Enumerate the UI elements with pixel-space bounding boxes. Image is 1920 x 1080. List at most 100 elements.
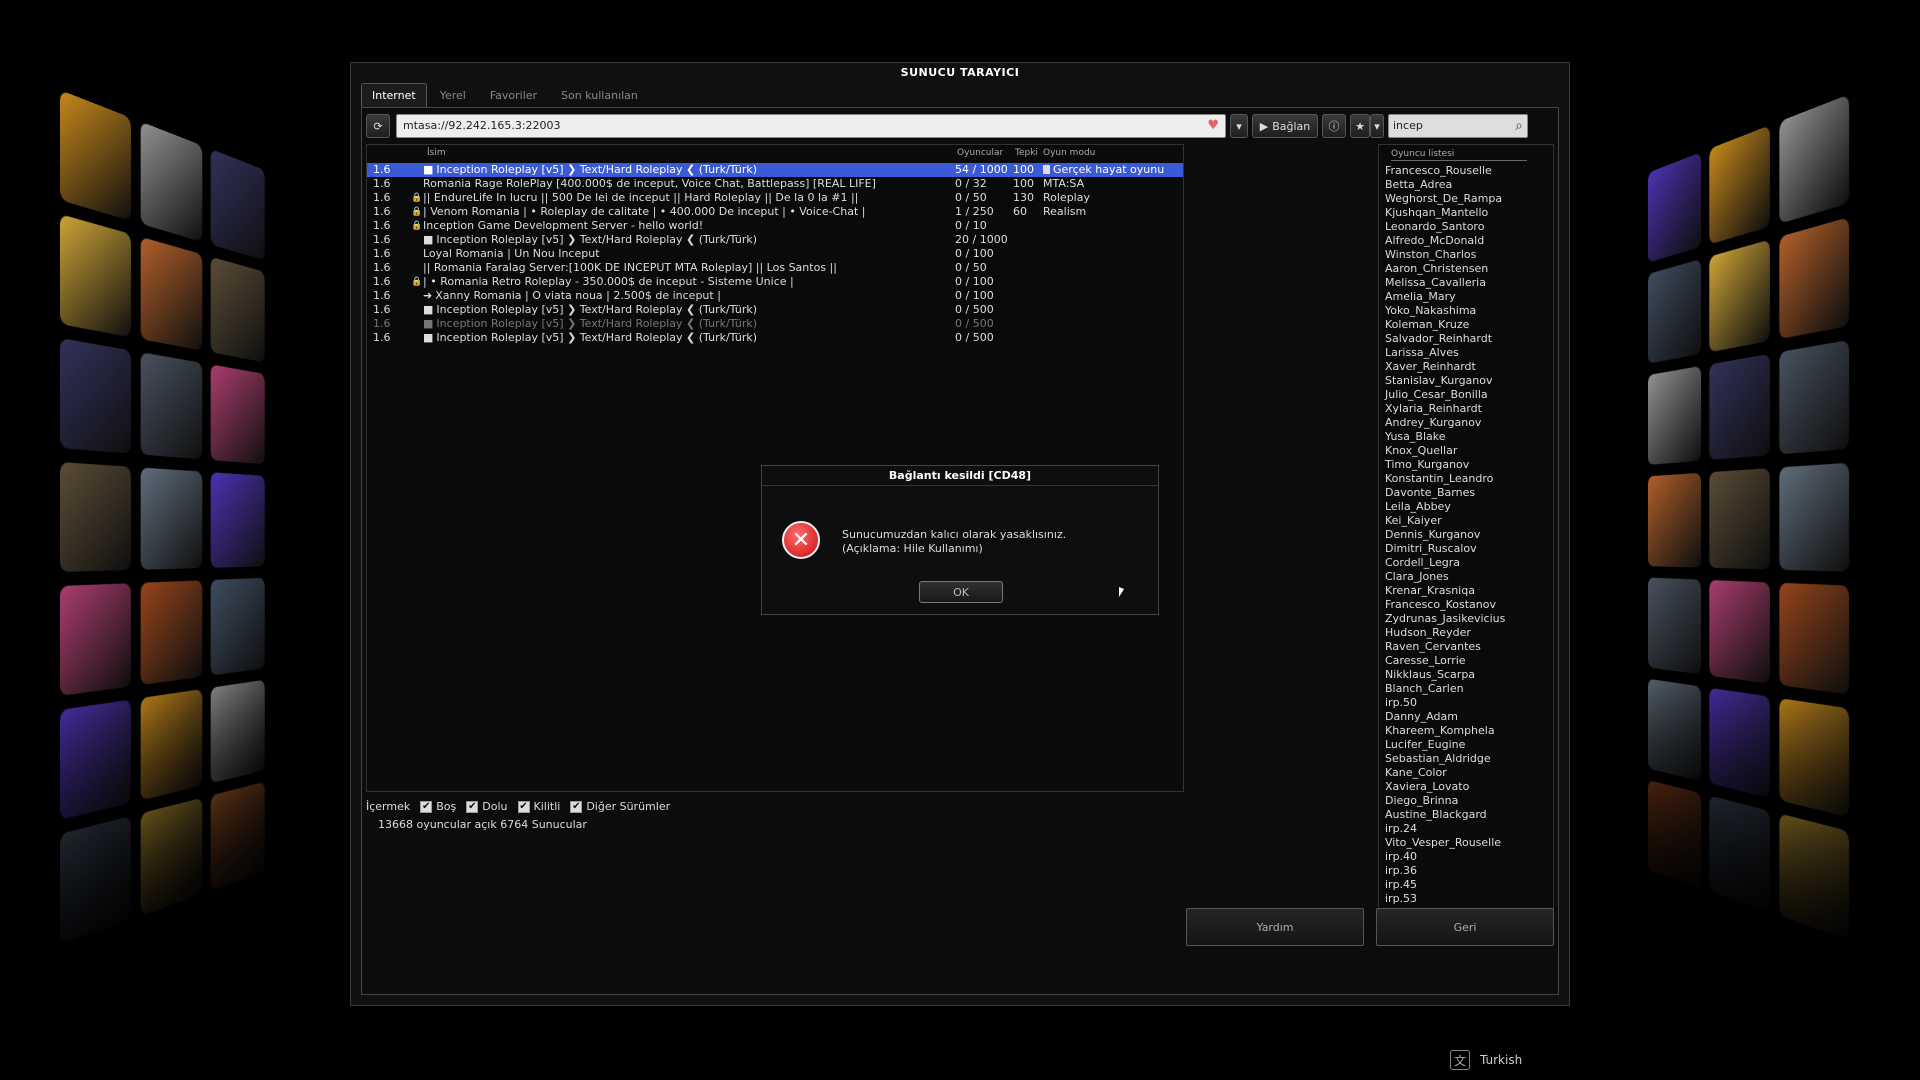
list-item[interactable]: Dennis_Kurganov bbox=[1379, 528, 1553, 542]
list-item[interactable]: Melissa_Cavalleria bbox=[1379, 276, 1553, 290]
list-item[interactable]: Julio_Cesar_Bonilla bbox=[1379, 388, 1553, 402]
filter-empty[interactable]: ✔ Boş bbox=[420, 800, 456, 813]
checkbox-locked[interactable]: ✔ bbox=[517, 800, 530, 813]
refresh-button[interactable]: ⟳ bbox=[366, 114, 390, 138]
player-list[interactable]: Oyuncu listesi Francesco_Rouselle Betta_A… bbox=[1378, 144, 1554, 936]
list-item[interactable]: Kane_Color bbox=[1379, 766, 1553, 780]
list-item[interactable]: Francesco_Rouselle bbox=[1379, 164, 1553, 178]
address-dropdown-button[interactable]: ▾ bbox=[1230, 114, 1248, 138]
list-item[interactable]: Danny_Adam bbox=[1379, 710, 1553, 724]
list-item[interactable]: Khareem_Komphela bbox=[1379, 724, 1553, 738]
help-button[interactable]: Yardım bbox=[1186, 908, 1364, 946]
list-item[interactable]: irp.24 bbox=[1379, 822, 1553, 836]
filter-locked[interactable]: ✔ Kilitli bbox=[517, 800, 560, 813]
table-row[interactable]: 1.6 || Romania Faralag Server:[100K DE IN… bbox=[367, 261, 1183, 275]
server-players: 0 / 100 bbox=[955, 289, 994, 302]
list-item[interactable]: Timo_Kurganov bbox=[1379, 458, 1553, 472]
list-item[interactable]: Dimitri_Ruscalov bbox=[1379, 542, 1553, 556]
list-item[interactable]: Amelia_Mary bbox=[1379, 290, 1553, 304]
list-item[interactable]: Vito_Vesper_Rouselle bbox=[1379, 836, 1553, 850]
list-item[interactable]: Larissa_Alves bbox=[1379, 346, 1553, 360]
table-row[interactable]: 1.6 ■ Inception Roleplay [v5] ❯ Text/Hard … bbox=[367, 331, 1183, 345]
table-row[interactable]: 1.6 🔒 Inception Game Development Server - … bbox=[367, 219, 1183, 233]
list-item[interactable]: Yoko_Nakashima bbox=[1379, 304, 1553, 318]
list-item[interactable]: Kei_Kaiyer bbox=[1379, 514, 1553, 528]
list-item[interactable]: irp.40 bbox=[1379, 850, 1553, 864]
list-item[interactable]: irp.45 bbox=[1379, 878, 1553, 892]
list-item[interactable]: Salvador_Reinhardt bbox=[1379, 332, 1553, 346]
list-item[interactable]: Zydrunas_Jasikevicius bbox=[1379, 612, 1553, 626]
column-mode[interactable]: Oyun modu bbox=[1043, 148, 1095, 158]
table-row[interactable]: 1.6 🔒 || EndureLife In lucru || 500 De lei… bbox=[367, 191, 1183, 205]
list-item[interactable]: Koleman_Kruze bbox=[1379, 318, 1553, 332]
list-item[interactable]: Betta_Adrea bbox=[1379, 178, 1553, 192]
list-item[interactable]: Raven_Cervantes bbox=[1379, 640, 1553, 654]
list-item[interactable]: Leila_Abbey bbox=[1379, 500, 1553, 514]
table-row[interactable]: 1.6 Romania Rage RolePlay [400.000$ de in… bbox=[367, 177, 1183, 191]
list-item[interactable]: Weghorst_De_Rampa bbox=[1379, 192, 1553, 206]
tab-favorites[interactable]: Favoriler bbox=[479, 83, 548, 107]
column-ping[interactable]: Tepki bbox=[1015, 148, 1038, 158]
filter-other-versions[interactable]: ✔ Diğer Sürümler bbox=[570, 800, 670, 813]
list-item[interactable]: Sebastian_Aldridge bbox=[1379, 752, 1553, 766]
table-row[interactable]: 1.6 ■ Inception Roleplay [v5] ❯ Text/Hard … bbox=[367, 163, 1183, 177]
list-item[interactable]: Blanch_Carlen bbox=[1379, 682, 1553, 696]
list-item[interactable]: Lucifer_Eugine bbox=[1379, 738, 1553, 752]
ok-button[interactable]: OK bbox=[919, 581, 1003, 603]
list-item[interactable]: Cordell_Legra bbox=[1379, 556, 1553, 570]
list-item[interactable]: Xylaria_Reinhardt bbox=[1379, 402, 1553, 416]
list-item[interactable]: Kjushqan_Mantello bbox=[1379, 206, 1553, 220]
list-item[interactable]: irp.53 bbox=[1379, 892, 1553, 906]
column-name[interactable]: İsim bbox=[427, 148, 446, 158]
tab-local[interactable]: Yerel bbox=[429, 83, 477, 107]
list-item[interactable]: Alfredo_McDonald bbox=[1379, 234, 1553, 248]
list-item[interactable]: Clara_Jones bbox=[1379, 570, 1553, 584]
list-item[interactable]: Andrey_Kurganov bbox=[1379, 416, 1553, 430]
list-item[interactable]: Xaviera_Lovato bbox=[1379, 780, 1553, 794]
table-row[interactable]: 1.6 🔒 | Venom Romania | • Roleplay de cali… bbox=[367, 205, 1183, 219]
list-item[interactable]: Yusa_Blake bbox=[1379, 430, 1553, 444]
list-item[interactable]: Austine_Blackgard bbox=[1379, 808, 1553, 822]
back-button[interactable]: Geri bbox=[1376, 908, 1554, 946]
tab-internet[interactable]: Internet bbox=[361, 83, 427, 107]
list-item[interactable]: Caresse_Lorrie bbox=[1379, 654, 1553, 668]
search-icon[interactable]: ⌕ bbox=[1515, 117, 1523, 135]
list-item[interactable]: Nikklaus_Scarpa bbox=[1379, 668, 1553, 682]
list-item[interactable]: Knox_Quellar bbox=[1379, 444, 1553, 458]
list-item[interactable]: Xaver_Reinhardt bbox=[1379, 360, 1553, 374]
checkbox-empty[interactable]: ✔ bbox=[420, 800, 433, 813]
checkbox-other-versions[interactable]: ✔ bbox=[570, 800, 583, 813]
list-item[interactable]: Aaron_Christensen bbox=[1379, 262, 1553, 276]
list-item[interactable]: Krenar_Krasniqa bbox=[1379, 584, 1553, 598]
list-item[interactable]: Diego_Brinna bbox=[1379, 794, 1553, 808]
table-row[interactable]: 1.6 🔒 | • Romania Retro Roleplay - 350.000… bbox=[367, 275, 1183, 289]
address-input[interactable]: mtasa://92.242.165.3:22003 ♥ bbox=[396, 114, 1226, 138]
list-item[interactable]: Leonardo_Santoro bbox=[1379, 220, 1553, 234]
table-row[interactable]: 1.6 ➜ Xanny Romania | O viata noua | 2.500… bbox=[367, 289, 1183, 303]
connect-button[interactable]: ▶ Bağlan bbox=[1252, 114, 1318, 138]
checkbox-full[interactable]: ✔ bbox=[466, 800, 479, 813]
favorite-add-button[interactable]: ★ bbox=[1350, 114, 1370, 138]
list-item[interactable]: Winston_Charlos bbox=[1379, 248, 1553, 262]
list-item[interactable]: Konstantin_Leandro bbox=[1379, 472, 1553, 486]
table-row[interactable]: 1.6 Loyal Romania | Un Nou Inceput 0 / 100 bbox=[367, 247, 1183, 261]
list-item[interactable]: irp.36 bbox=[1379, 864, 1553, 878]
server-name-text: Xanny Romania | O viata noua | 2.500$ de… bbox=[435, 289, 721, 302]
info-button[interactable]: ⓘ bbox=[1322, 114, 1346, 138]
list-item[interactable]: Hudson_Reyder bbox=[1379, 626, 1553, 640]
table-row[interactable]: 1.6 ■ Inception Roleplay [v5] ❯ Text/Hard … bbox=[367, 233, 1183, 247]
language-selector[interactable]: 文 Turkish bbox=[1450, 1050, 1522, 1070]
table-row[interactable]: 1.6 ■ Inception Roleplay [v5] ❯ Text/Hard … bbox=[367, 303, 1183, 317]
list-item[interactable]: Stanislav_Kurganov bbox=[1379, 374, 1553, 388]
list-item[interactable]: irp.50 bbox=[1379, 696, 1553, 710]
list-item[interactable]: Davonte_Barnes bbox=[1379, 486, 1553, 500]
table-row[interactable]: 1.6 ■ Inception Roleplay [v5] ❯ Text/Hard … bbox=[367, 317, 1183, 331]
filter-full[interactable]: ✔ Dolu bbox=[466, 800, 508, 813]
list-item[interactable]: Francesco_Kostanov bbox=[1379, 598, 1553, 612]
search-value: incep bbox=[1393, 119, 1423, 132]
search-input[interactable]: incep ⌕ bbox=[1388, 114, 1528, 138]
favorite-dropdown-button[interactable]: ▾ bbox=[1370, 114, 1384, 138]
column-players[interactable]: Oyuncular bbox=[957, 148, 1003, 158]
tab-recent[interactable]: Son kullanılan bbox=[550, 83, 649, 107]
heart-icon[interactable]: ♥ bbox=[1207, 118, 1219, 134]
